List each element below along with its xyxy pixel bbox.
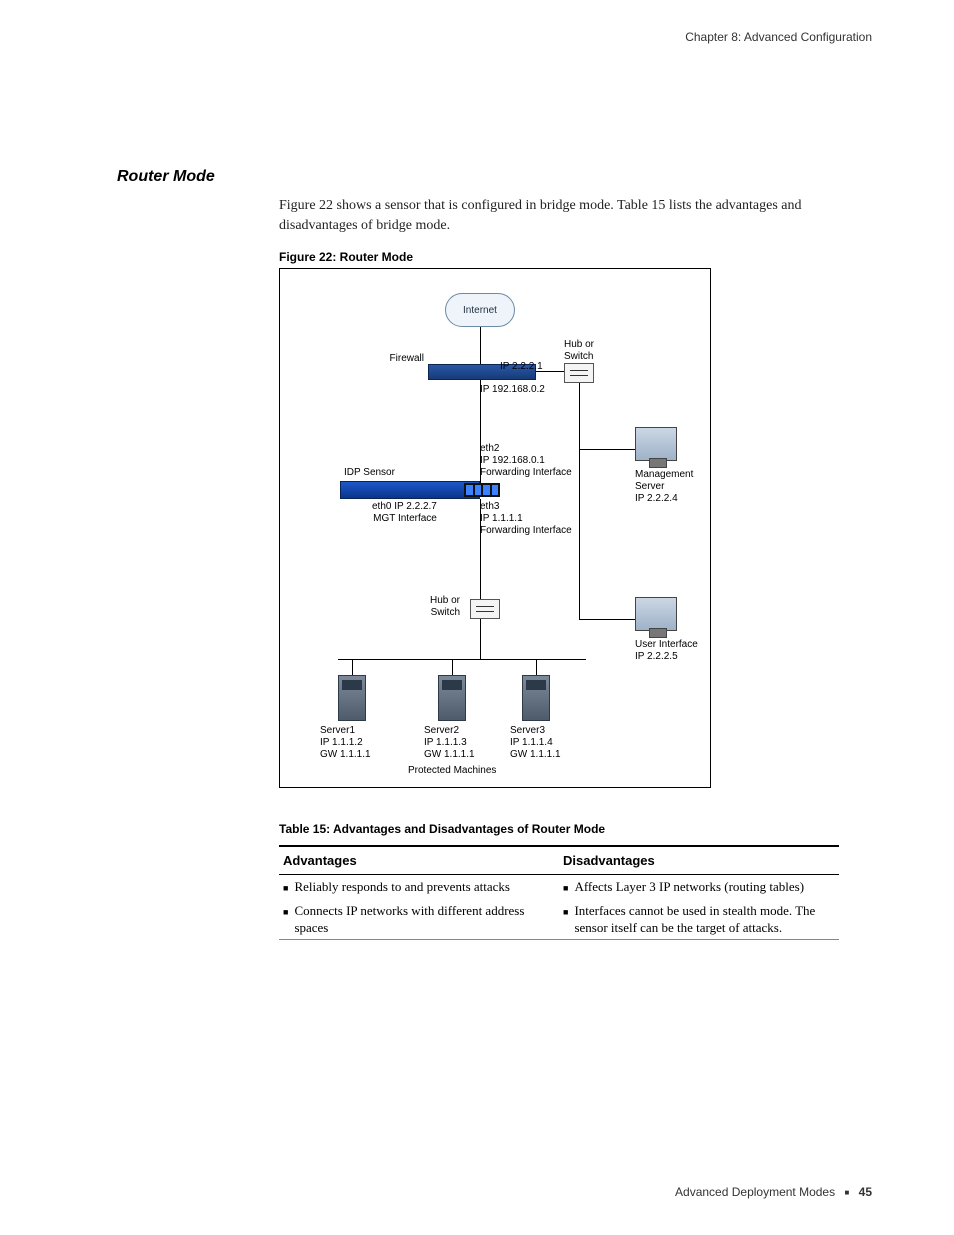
server1-label: Server1 IP 1.1.1.2 GW 1.1.1.1 (320, 725, 371, 761)
footer-section: Advanced Deployment Modes (675, 1185, 835, 1199)
ui-monitor-icon (635, 597, 677, 631)
eth3-label: eth3 IP 1.1.1.1 Forwarding Interface (480, 501, 572, 537)
sensor-ports-icon (464, 483, 500, 497)
hub1-icon (564, 363, 594, 383)
hub2-label: Hub or Switch (430, 595, 460, 619)
table-header-row: Advantages Disadvantages (279, 847, 839, 875)
intro-paragraph: Figure 22 shows a sensor that is configu… (279, 196, 839, 235)
section-title: Router Mode (117, 168, 215, 186)
idp-label: IDP Sensor (344, 467, 395, 479)
server3-label: Server3 IP 1.1.1.4 GW 1.1.1.1 (510, 725, 561, 761)
hub2-icon (470, 599, 500, 619)
footer-square-icon: ■ (844, 1188, 849, 1197)
router-mode-diagram: Internet Firewall IP 2.2.2.1 IP 192.168.… (279, 268, 711, 788)
idp-sensor-icon (340, 481, 480, 499)
server1-icon (338, 675, 366, 721)
eth2-label: eth2 IP 192.168.0.1 Forwarding Interface (480, 443, 572, 479)
server3-icon (522, 675, 550, 721)
server2-label: Server2 IP 1.1.1.3 GW 1.1.1.1 (424, 725, 475, 761)
adv-cell: Connects IP networks with different addr… (279, 899, 559, 939)
figure-caption: Figure 22: Router Mode (279, 250, 413, 264)
table-row: Connects IP networks with different addr… (279, 899, 839, 939)
chapter-header: Chapter 8: Advanced Configuration (685, 30, 872, 44)
ip-below-fw-label: IP 192.168.0.2 (480, 384, 545, 396)
col-advantages: Advantages (279, 847, 559, 874)
dis-cell: Interfaces cannot be used in stealth mod… (559, 899, 839, 939)
dis-cell: Affects Layer 3 IP networks (routing tab… (559, 875, 839, 899)
mgmt-monitor-icon (635, 427, 677, 461)
server2-icon (438, 675, 466, 721)
advantages-table: Advantages Disadvantages Reliably respon… (279, 845, 839, 940)
col-disadvantages: Disadvantages (559, 847, 839, 874)
ui-label: User Interface IP 2.2.2.5 (635, 639, 698, 663)
page-number: 45 (859, 1185, 872, 1199)
mgmt-label: Management Server IP 2.2.2.4 (635, 469, 693, 505)
eth0-label: eth0 IP 2.2.2.7 MGT Interface (372, 501, 437, 525)
adv-cell: Reliably responds to and prevents attack… (279, 875, 559, 899)
page-footer: Advanced Deployment Modes ■ 45 (675, 1185, 872, 1199)
firewall-label: Firewall (388, 353, 424, 365)
protected-label: Protected Machines (408, 765, 496, 777)
table-row: Reliably responds to and prevents attack… (279, 875, 839, 899)
table-caption: Table 15: Advantages and Disadvantages o… (279, 822, 605, 836)
hub1-label: Hub or Switch (564, 339, 594, 363)
internet-icon: Internet (445, 293, 515, 327)
